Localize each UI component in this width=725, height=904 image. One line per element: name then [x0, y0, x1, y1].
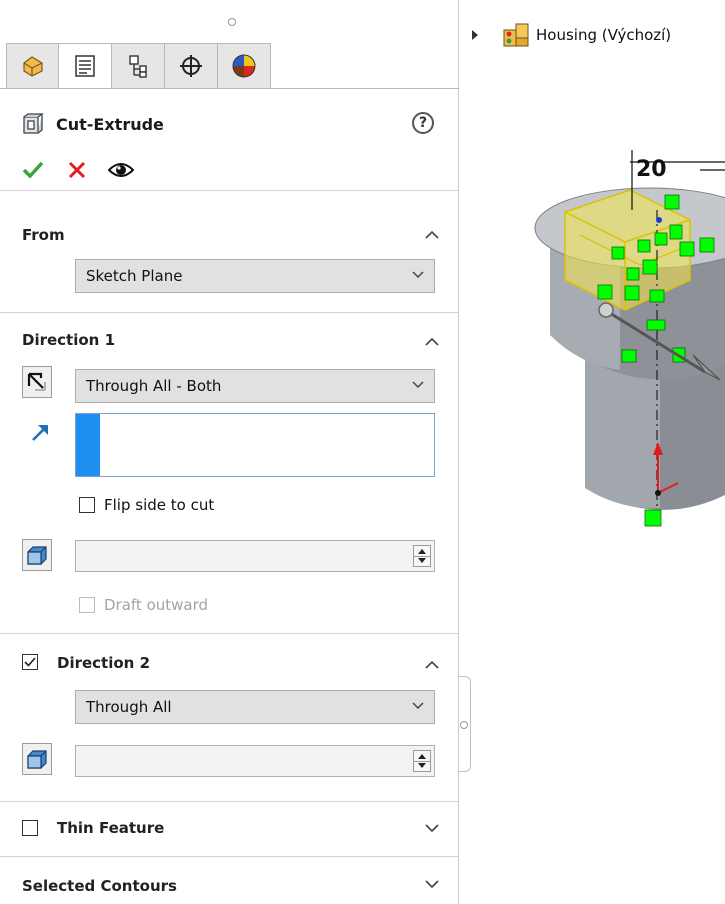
flip-side-label: Flip side to cut	[104, 496, 215, 514]
chevron-up-icon[interactable]	[424, 335, 440, 347]
direction1-end-condition-value: Through All - Both	[86, 377, 222, 395]
tab-display-manager[interactable]	[218, 43, 271, 89]
part-name-label: Housing (Výchozí)	[536, 26, 672, 44]
chevron-down-icon	[412, 271, 424, 279]
chevron-up-icon[interactable]	[424, 658, 440, 670]
tab-property-manager[interactable]	[59, 43, 112, 89]
ok-button[interactable]	[20, 157, 46, 183]
direction-selection-box[interactable]	[75, 413, 435, 477]
feature-tree-root[interactable]: Housing (Výchozí)	[472, 22, 671, 48]
direction2-end-condition-value: Through All	[86, 698, 172, 716]
chevron-down-icon	[412, 702, 424, 710]
from-heading[interactable]: From	[22, 226, 65, 244]
section-divider	[0, 633, 459, 634]
from-select-value: Sketch Plane	[86, 267, 183, 285]
cancel-x-icon	[68, 161, 86, 179]
dimension-label: 20	[636, 157, 667, 182]
panel-grip-icon[interactable]	[228, 18, 236, 26]
splitter-grip-icon	[460, 721, 468, 729]
tab-configuration-manager[interactable]	[112, 43, 165, 89]
reverse-direction-button[interactable]	[22, 366, 52, 398]
chevron-down-icon	[412, 381, 424, 389]
display-manager-icon	[232, 54, 256, 78]
direction1-end-condition-select[interactable]: Through All - Both	[75, 369, 435, 403]
preview-eye-icon	[108, 163, 134, 177]
direction1-heading[interactable]: Direction 1	[22, 331, 115, 349]
flip-side-checkbox[interactable]	[79, 497, 95, 513]
preview-button[interactable]	[108, 157, 134, 183]
tabs-divider	[0, 88, 459, 89]
from-select[interactable]: Sketch Plane	[75, 259, 435, 293]
draft-icon	[27, 750, 47, 769]
spin-buttons[interactable]	[413, 545, 431, 567]
chevron-up-icon[interactable]	[424, 228, 440, 240]
section-divider	[0, 312, 459, 313]
manager-tabs	[6, 43, 271, 89]
feature-title: Cut-Extrude	[56, 114, 164, 134]
reverse-direction-icon	[27, 372, 46, 391]
draft-outward-label: Draft outward	[104, 596, 209, 614]
thin-feature-heading[interactable]: Thin Feature	[57, 819, 164, 837]
feature-header: Cut-Extrude	[22, 111, 164, 137]
configuration-manager-icon	[129, 55, 147, 78]
chevron-down-icon[interactable]	[424, 878, 440, 890]
dimxpert-manager-icon	[180, 55, 202, 77]
draft-angle-spinbox[interactable]	[75, 540, 435, 572]
property-manager-icon	[75, 55, 95, 77]
section-divider	[0, 190, 459, 191]
direction-vector-icon	[32, 425, 48, 441]
checkmark-icon	[24, 657, 36, 667]
spin-buttons[interactable]	[413, 750, 431, 772]
draft-icon	[27, 546, 47, 565]
selection-active-bar	[76, 414, 100, 476]
model-viewport[interactable]: 20	[520, 150, 725, 540]
cancel-button[interactable]	[64, 157, 90, 183]
panel-splitter[interactable]	[459, 676, 471, 772]
draft-toggle-button-2[interactable]	[22, 743, 52, 775]
direction2-end-condition-select[interactable]: Through All	[75, 690, 435, 724]
tab-dimxpert-manager[interactable]	[165, 43, 218, 89]
section-divider	[0, 856, 459, 857]
draft-angle-spinbox-2[interactable]	[75, 745, 435, 777]
direction2-checkbox[interactable]	[22, 654, 38, 670]
direction2-heading[interactable]: Direction 2	[57, 654, 150, 672]
section-divider	[0, 801, 459, 802]
chevron-down-icon[interactable]	[424, 822, 440, 834]
assembly-icon	[503, 23, 529, 47]
selected-contours-heading[interactable]: Selected Contours	[22, 877, 177, 895]
tab-feature-manager[interactable]	[6, 43, 59, 89]
draft-outward-checkbox[interactable]	[79, 597, 95, 613]
ok-checkmark-icon	[22, 161, 44, 179]
property-manager-panel: Cut-Extrude ? From Sketch Plane Directio…	[0, 0, 459, 904]
thin-feature-checkbox[interactable]	[22, 820, 38, 836]
draft-toggle-button[interactable]	[22, 539, 52, 571]
action-buttons	[20, 157, 134, 183]
expand-caret-icon[interactable]	[472, 30, 478, 40]
help-icon[interactable]: ?	[412, 112, 434, 134]
cut-extrude-icon	[23, 113, 44, 134]
feature-manager-icon	[22, 56, 43, 77]
